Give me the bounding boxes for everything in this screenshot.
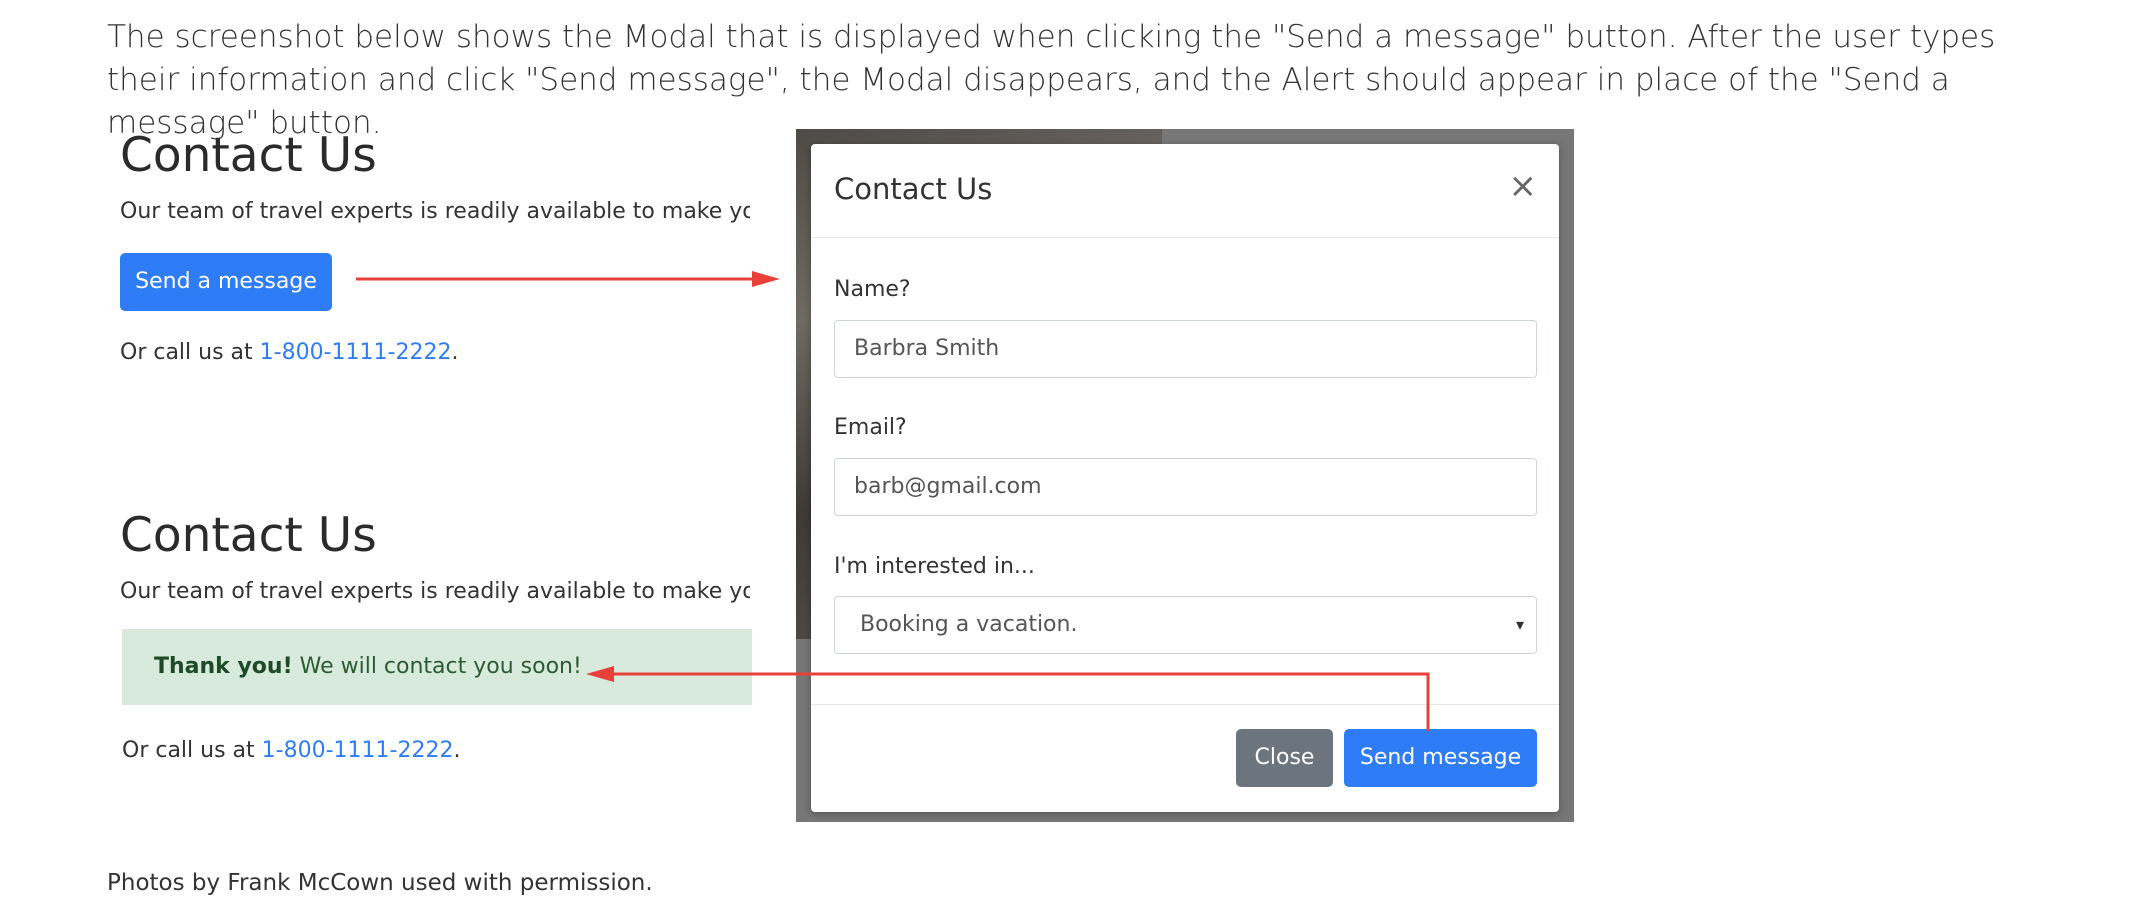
photo-caption: Photos by Frank McCown used with permiss… [107, 870, 653, 896]
arrow-head-icon [586, 666, 614, 682]
arrow-to-alert [604, 672, 1430, 731]
annotation-arrows [356, 271, 1430, 731]
arrow-head-icon [752, 271, 780, 287]
